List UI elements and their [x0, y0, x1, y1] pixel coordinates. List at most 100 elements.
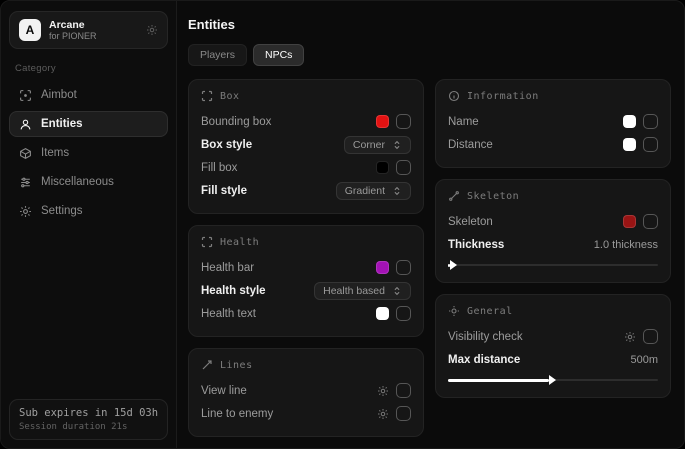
pencil-line-icon — [201, 359, 213, 371]
checkbox[interactable] — [396, 306, 411, 321]
color-swatch[interactable] — [376, 115, 389, 128]
setting-label: Box style — [201, 139, 252, 151]
card-title: Health — [220, 237, 259, 248]
color-swatch[interactable] — [376, 307, 389, 320]
card-box: Box Bounding box Box style Corner — [188, 79, 424, 214]
entities-icon — [18, 117, 32, 131]
app-logo: A — [19, 19, 41, 41]
sidebar-item-entities[interactable]: Entities — [9, 111, 168, 137]
checkbox[interactable] — [396, 260, 411, 275]
setting-row: Name — [448, 111, 658, 132]
checkbox[interactable] — [643, 214, 658, 229]
card-general: General Visibility check Max distance — [435, 294, 671, 398]
color-swatch[interactable] — [623, 138, 636, 151]
gear-icon[interactable] — [624, 331, 636, 343]
thickness-slider[interactable] — [448, 260, 658, 270]
setting-label: Thickness — [448, 239, 504, 251]
slider-thumb[interactable] — [450, 260, 457, 270]
setting-row: Distance — [448, 134, 658, 155]
gear-icon[interactable] — [146, 24, 158, 36]
checkbox[interactable] — [643, 114, 658, 129]
scan-brackets-icon — [201, 90, 213, 102]
checkbox[interactable] — [396, 406, 411, 421]
setting-row: Box style Corner — [201, 134, 411, 155]
main-panel: Entities Players NPCs Box Bounding box — [177, 1, 684, 448]
dropdown-value: Gradient — [345, 185, 385, 197]
tab-npcs[interactable]: NPCs — [253, 44, 304, 66]
sidebar-nav: Aimbot Entities Items Miscellaneous — [9, 82, 168, 224]
setting-label: Name — [448, 116, 479, 128]
setting-label: Bounding box — [201, 116, 271, 128]
sun-icon — [448, 305, 460, 317]
gear-icon[interactable] — [377, 408, 389, 420]
unfold-icon — [392, 140, 402, 150]
unfold-icon — [392, 286, 402, 296]
sidebar-item-items[interactable]: Items — [9, 140, 168, 166]
card-skeleton: Skeleton Skeleton Thickness 1.0 thicknes… — [435, 179, 671, 283]
card-title: Lines — [220, 360, 253, 371]
setting-label: Health bar — [201, 262, 254, 274]
max-distance-slider[interactable] — [448, 375, 658, 385]
dropdown-value: Health based — [323, 285, 385, 297]
fill-style-dropdown[interactable]: Gradient — [336, 182, 411, 200]
sub-expires-text: Sub expires in 15d 03h — [19, 407, 158, 419]
setting-row: Bounding box — [201, 111, 411, 132]
page-title: Entities — [188, 17, 671, 32]
checkbox[interactable] — [643, 137, 658, 152]
category-label: Category — [15, 63, 162, 74]
setting-label: Max distance — [448, 354, 520, 366]
color-swatch[interactable] — [376, 261, 389, 274]
tab-players[interactable]: Players — [188, 44, 247, 66]
setting-row: Health style Health based — [201, 280, 411, 301]
setting-row: Health text — [201, 303, 411, 324]
checkbox[interactable] — [396, 160, 411, 175]
setting-row: Visibility check — [448, 326, 658, 347]
logo-card: A Arcane for PIONER — [9, 11, 168, 49]
sidebar-item-label: Settings — [41, 205, 83, 217]
unfold-icon — [392, 186, 402, 196]
card-health: Health Health bar Health style Health ba… — [188, 225, 424, 337]
crosshair-icon — [18, 88, 32, 102]
session-duration-text: Session duration 21s — [19, 422, 158, 432]
card-information: Information Name Distance — [435, 79, 671, 168]
checkbox[interactable] — [396, 114, 411, 129]
checkbox[interactable] — [396, 383, 411, 398]
color-swatch[interactable] — [376, 161, 389, 174]
gear-icon[interactable] — [377, 385, 389, 397]
subscription-card: Sub expires in 15d 03h Session duration … — [9, 399, 168, 440]
package-icon — [18, 146, 32, 160]
sidebar: A Arcane for PIONER Category Aimbot — [1, 1, 177, 448]
checkbox[interactable] — [643, 329, 658, 344]
health-style-dropdown[interactable]: Health based — [314, 282, 411, 300]
sidebar-item-label: Entities — [41, 118, 83, 130]
sidebar-item-label: Items — [41, 147, 69, 159]
sidebar-item-miscellaneous[interactable]: Miscellaneous — [9, 169, 168, 195]
setting-row: Line to enemy — [201, 403, 411, 424]
setting-label: Visibility check — [448, 331, 523, 343]
card-title: Information — [467, 91, 539, 102]
setting-row: Fill box — [201, 157, 411, 178]
sidebar-item-settings[interactable]: Settings — [9, 198, 168, 224]
color-swatch[interactable] — [623, 115, 636, 128]
setting-row: Health bar — [201, 257, 411, 278]
setting-label: Skeleton — [448, 216, 493, 228]
slider-thumb[interactable] — [549, 375, 556, 385]
card-title: Box — [220, 91, 240, 102]
entity-tabs: Players NPCs — [188, 44, 671, 66]
setting-label: Fill box — [201, 162, 237, 174]
box-style-dropdown[interactable]: Corner — [344, 136, 411, 154]
setting-label: Health style — [201, 285, 266, 297]
setting-row: Skeleton — [448, 211, 658, 232]
app-window: A Arcane for PIONER Category Aimbot — [0, 0, 685, 449]
bone-icon — [448, 190, 460, 202]
sidebar-item-label: Miscellaneous — [41, 176, 114, 188]
setting-label: Health text — [201, 308, 256, 320]
setting-label: Line to enemy — [201, 408, 273, 420]
slider-value: 500m — [630, 354, 658, 366]
scan-brackets-icon — [201, 236, 213, 248]
sidebar-item-aimbot[interactable]: Aimbot — [9, 82, 168, 108]
card-lines: Lines View line Line to enemy — [188, 348, 424, 437]
card-title: General — [467, 306, 513, 317]
setting-row: Max distance 500m — [448, 349, 658, 370]
color-swatch[interactable] — [623, 215, 636, 228]
